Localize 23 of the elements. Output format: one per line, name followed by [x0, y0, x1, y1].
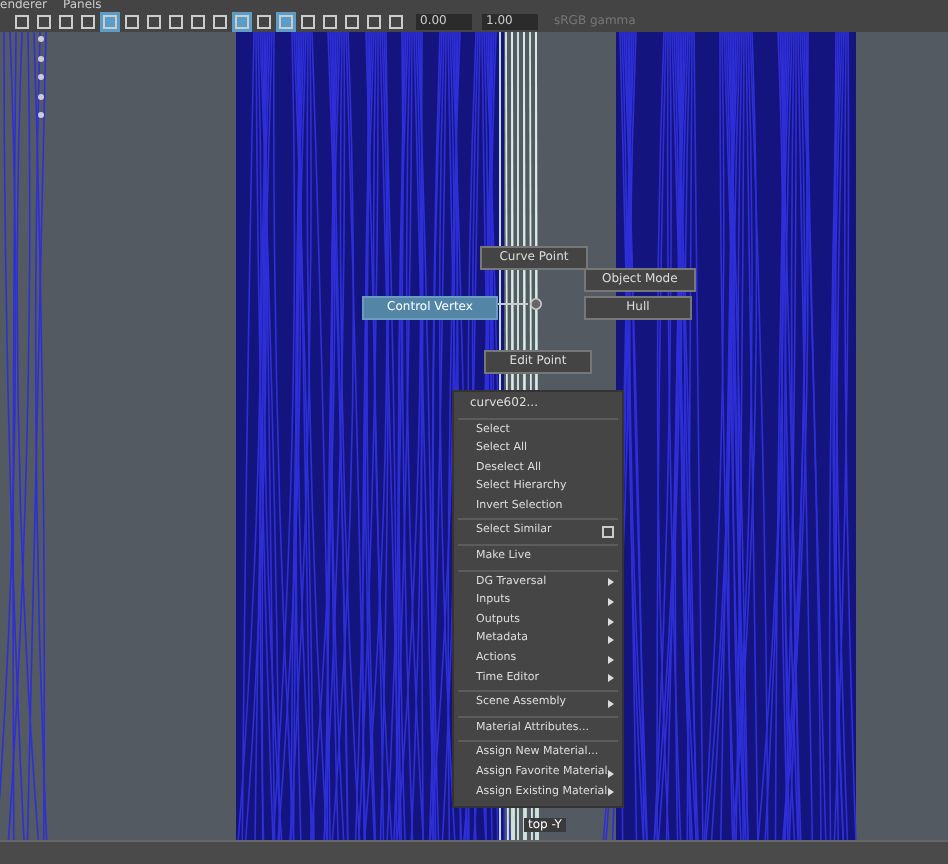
toolbar-icon[interactable]: [210, 11, 230, 31]
toolbar-icon[interactable]: [78, 11, 98, 31]
toolbar-icon[interactable]: [254, 11, 274, 31]
toolbar-icon[interactable]: [122, 11, 142, 31]
point-icon: [38, 36, 44, 42]
toolbar-icon[interactable]: [56, 11, 76, 31]
toolbar-icon[interactable]: [100, 11, 120, 31]
toolbar-icon[interactable]: [232, 11, 252, 31]
toolbar-icon[interactable]: [298, 11, 318, 31]
toolbar-icon[interactable]: [166, 11, 186, 31]
toolbar-icon[interactable]: [276, 11, 296, 31]
toolbar-icon[interactable]: [34, 11, 54, 31]
point-icon: [38, 55, 44, 61]
toolbar-icon[interactable]: [320, 11, 340, 31]
toolbar-icon[interactable]: [12, 11, 32, 31]
toolbar-icon[interactable]: [342, 11, 362, 31]
toolbar-icon[interactable]: [188, 11, 208, 31]
point-icon: [38, 74, 44, 80]
toolbar-icon[interactable]: [364, 11, 384, 31]
point-icon: [38, 93, 44, 99]
point-icon: [38, 112, 44, 118]
toolbar-icon[interactable]: [144, 11, 164, 31]
toolbar-icon[interactable]: [386, 11, 406, 31]
